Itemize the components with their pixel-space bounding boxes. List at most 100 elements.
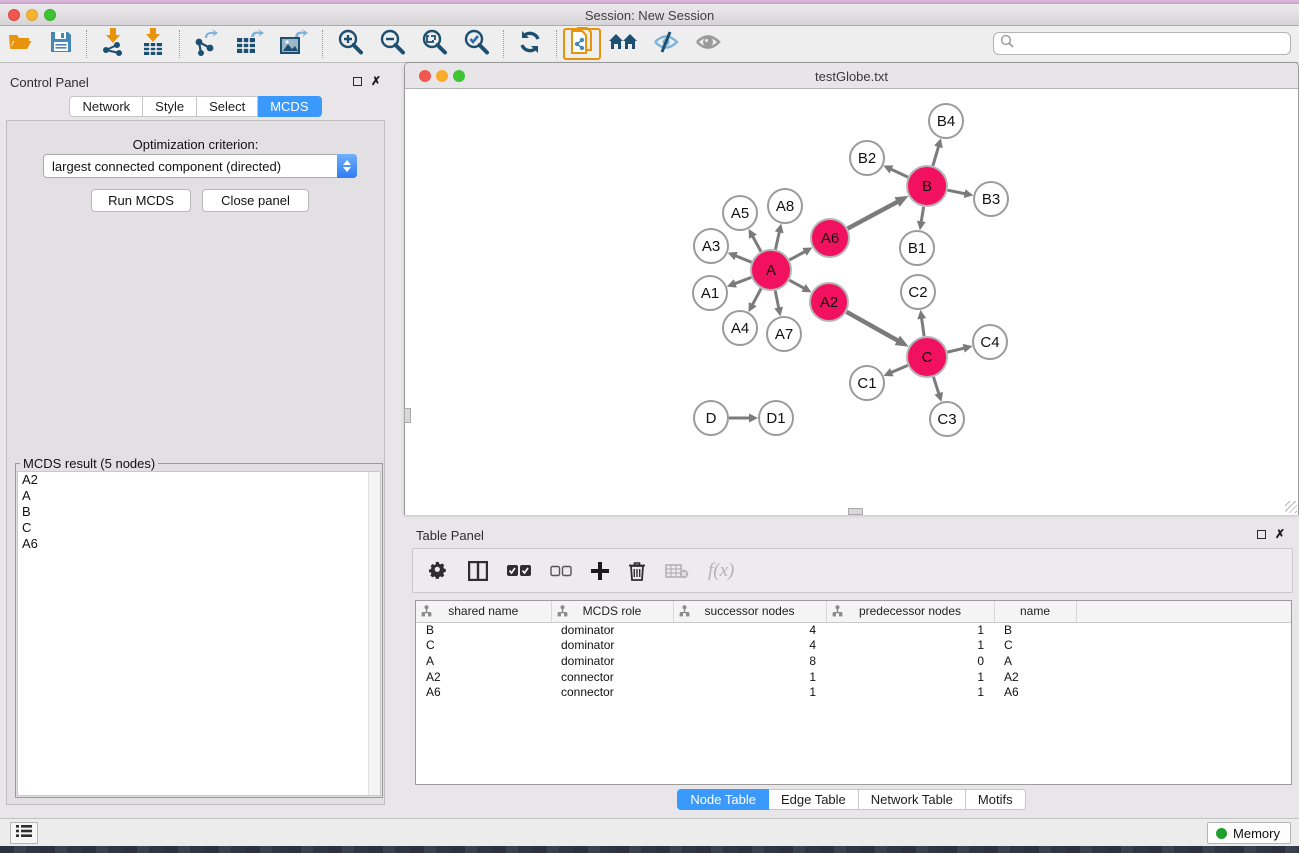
zoom-out-button[interactable]	[371, 28, 413, 60]
tab-network-table[interactable]: Network Table	[859, 789, 966, 810]
float-panel-icon[interactable]	[353, 77, 362, 86]
edge-A-A5[interactable]	[752, 235, 761, 252]
cell-shared_name[interactable]: A6	[416, 684, 551, 700]
edge-C-C4[interactable]	[947, 348, 965, 352]
cell-mcds_role[interactable]: connector	[551, 669, 673, 685]
cell-successors[interactable]: 8	[673, 653, 826, 669]
optimization-criterion-dropdown[interactable]: largest connected component (directed)	[43, 154, 357, 178]
column-header-predecessor-nodes[interactable]: predecessor nodes	[826, 601, 994, 622]
show-columns-icon[interactable]	[468, 561, 488, 581]
show-panels-list-button[interactable]	[10, 822, 38, 844]
result-item[interactable]: C	[18, 520, 380, 536]
close-panel-button[interactable]: Close panel	[202, 189, 309, 212]
delete-row-trash-icon[interactable]	[628, 561, 646, 581]
table-row[interactable]: Cdominator41C	[416, 638, 1291, 654]
cell-predecessors[interactable]: 0	[826, 653, 994, 669]
delete-table-icon[interactable]	[665, 563, 689, 579]
cell-_[interactable]	[1076, 622, 1291, 638]
cell-mcds_role[interactable]: connector	[551, 684, 673, 700]
edge-A-A6[interactable]	[789, 251, 806, 260]
cell-name[interactable]: A6	[994, 684, 1076, 700]
import-network-button[interactable]	[93, 28, 133, 60]
zoom-in-button[interactable]	[329, 28, 371, 60]
function-builder-icon[interactable]: f(x)	[708, 560, 734, 582]
table-row[interactable]: A6connector11A6	[416, 684, 1291, 700]
column-header-successor-nodes[interactable]: successor nodes	[673, 601, 826, 622]
select-all-icon[interactable]	[507, 564, 531, 577]
edge-B-B1[interactable]	[921, 207, 924, 224]
cell-shared_name[interactable]: C	[416, 638, 551, 654]
search-box[interactable]	[993, 32, 1291, 55]
network-window-titlebar[interactable]: testGlobe.txt	[405, 63, 1298, 89]
cell-_[interactable]	[1076, 684, 1291, 700]
edge-A-A3[interactable]	[734, 255, 751, 262]
cell-mcds_role[interactable]: dominator	[551, 653, 673, 669]
edge-A2-C[interactable]	[846, 312, 899, 342]
result-list-scrollbar[interactable]	[368, 472, 380, 795]
unselect-all-icon[interactable]	[550, 565, 572, 577]
tab-motifs[interactable]: Motifs	[966, 789, 1026, 810]
cell-_[interactable]	[1076, 653, 1291, 669]
refresh-view-button[interactable]	[510, 28, 550, 60]
home-layout-button[interactable]	[601, 28, 645, 60]
cell-_[interactable]	[1076, 638, 1291, 654]
close-table-panel-icon[interactable]: ✗	[1275, 528, 1285, 540]
edge-B-B2[interactable]	[890, 169, 908, 178]
cell-name[interactable]: B	[994, 622, 1076, 638]
search-input[interactable]	[1014, 37, 1290, 51]
import-table-button[interactable]	[133, 28, 173, 60]
edge-B-B3[interactable]	[948, 190, 967, 194]
edge-A-A2[interactable]	[789, 280, 805, 289]
edge-A-A1[interactable]	[733, 277, 751, 284]
result-item[interactable]: A2	[18, 472, 380, 488]
cell-name[interactable]: C	[994, 638, 1076, 654]
close-panel-icon[interactable]: ✗	[371, 75, 381, 87]
edge-A-A4[interactable]	[752, 289, 761, 306]
column-header-name[interactable]: name	[994, 601, 1076, 622]
cell-successors[interactable]: 4	[673, 638, 826, 654]
left-splitter-grip[interactable]	[404, 408, 411, 423]
tab-node-table[interactable]: Node Table	[677, 789, 769, 810]
export-image-button[interactable]	[272, 28, 316, 60]
result-item[interactable]: A	[18, 488, 380, 504]
edge-C-C2[interactable]	[921, 317, 924, 336]
network-overview-button[interactable]	[563, 28, 601, 60]
edge-A-A8[interactable]	[775, 230, 779, 249]
tab-edge-table[interactable]: Edge Table	[769, 789, 859, 810]
edge-A-A7[interactable]	[775, 291, 779, 310]
column-header-MCDS-role[interactable]: MCDS role	[551, 601, 673, 622]
show-panel-button[interactable]	[687, 28, 729, 60]
tab-mcds[interactable]: MCDS	[258, 96, 321, 117]
cell-predecessors[interactable]: 1	[826, 638, 994, 654]
table-row[interactable]: Adominator80A	[416, 653, 1291, 669]
export-table-button[interactable]	[228, 28, 272, 60]
run-mcds-button[interactable]: Run MCDS	[91, 189, 191, 212]
table-row[interactable]: Bdominator41B	[416, 622, 1291, 638]
cell-predecessors[interactable]: 1	[826, 684, 994, 700]
node-table[interactable]: shared nameMCDS rolesuccessor nodesprede…	[415, 600, 1292, 785]
hide-panel-button[interactable]	[645, 28, 687, 60]
edge-C-C1[interactable]	[890, 365, 908, 373]
cell-shared_name[interactable]: B	[416, 622, 551, 638]
edge-A6-B[interactable]	[848, 201, 899, 228]
cell-name[interactable]: A	[994, 653, 1076, 669]
table-row[interactable]: A2connector11A2	[416, 669, 1291, 685]
edge-B-B4[interactable]	[933, 145, 939, 166]
open-session-button[interactable]	[0, 28, 42, 60]
zoom-fit-button[interactable]	[413, 28, 455, 60]
result-item[interactable]: B	[18, 504, 380, 520]
edge-C-C3[interactable]	[933, 377, 939, 395]
tab-style[interactable]: Style	[143, 96, 197, 117]
bottom-splitter-grip[interactable]	[848, 508, 863, 515]
cell-name[interactable]: A2	[994, 669, 1076, 685]
float-table-panel-icon[interactable]	[1257, 530, 1266, 539]
cell-successors[interactable]: 1	[673, 684, 826, 700]
add-row-icon[interactable]	[591, 562, 609, 580]
tab-select[interactable]: Select	[197, 96, 258, 117]
cell-predecessors[interactable]: 1	[826, 669, 994, 685]
cell-shared_name[interactable]: A	[416, 653, 551, 669]
cell-mcds_role[interactable]: dominator	[551, 638, 673, 654]
network-canvas[interactable]: B4B2BB3A8A5A6A3B1AC2A1A2A4A7C4CC1DD1C3	[405, 89, 1298, 515]
zoom-selected-button[interactable]	[455, 28, 497, 60]
result-item[interactable]: A6	[18, 536, 380, 552]
